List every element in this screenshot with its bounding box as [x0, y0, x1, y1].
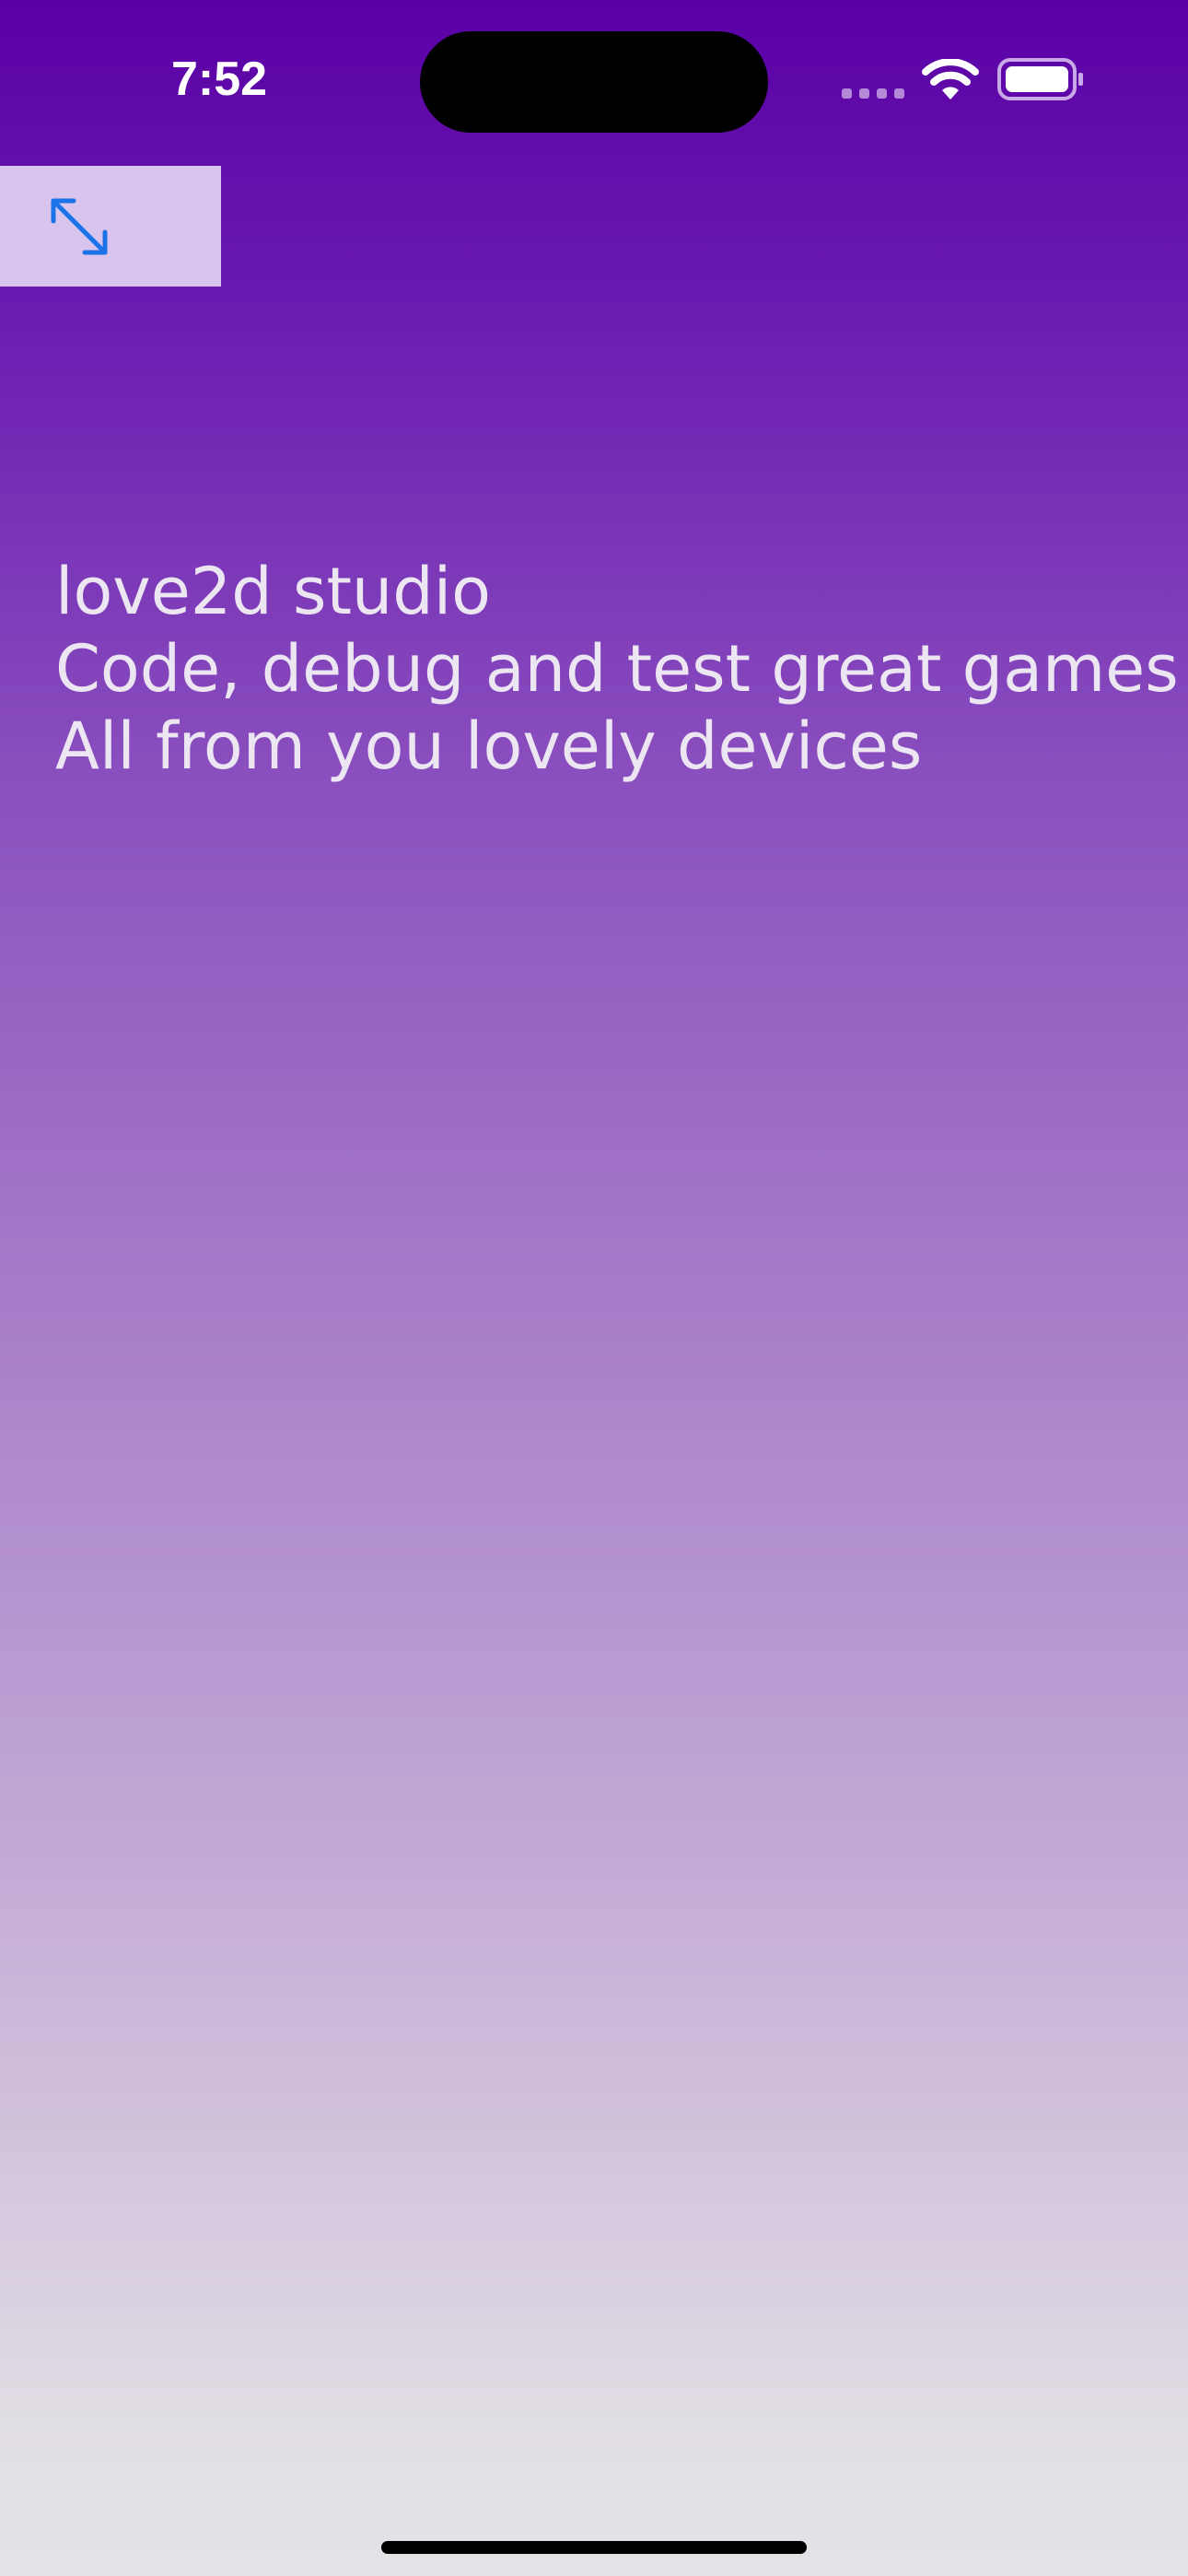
intro-text: love2d studio Code, debug and test great… [55, 553, 1188, 785]
tagline-line-2: All from you lovely devices [55, 708, 923, 784]
fullscreen-button[interactable] [0, 166, 221, 287]
dynamic-island [420, 31, 768, 133]
status-time: 7:52 [171, 53, 268, 106]
home-indicator[interactable] [381, 2541, 807, 2554]
wifi-icon [922, 59, 979, 100]
battery-icon [997, 58, 1083, 100]
tagline-line-1: Code, debug and test great games [55, 631, 1179, 707]
cellular-signal-icon [842, 88, 904, 99]
app-title: love2d studio [55, 554, 491, 629]
expand-arrows-icon [51, 198, 108, 255]
status-bar: 7:52 [0, 0, 1188, 157]
